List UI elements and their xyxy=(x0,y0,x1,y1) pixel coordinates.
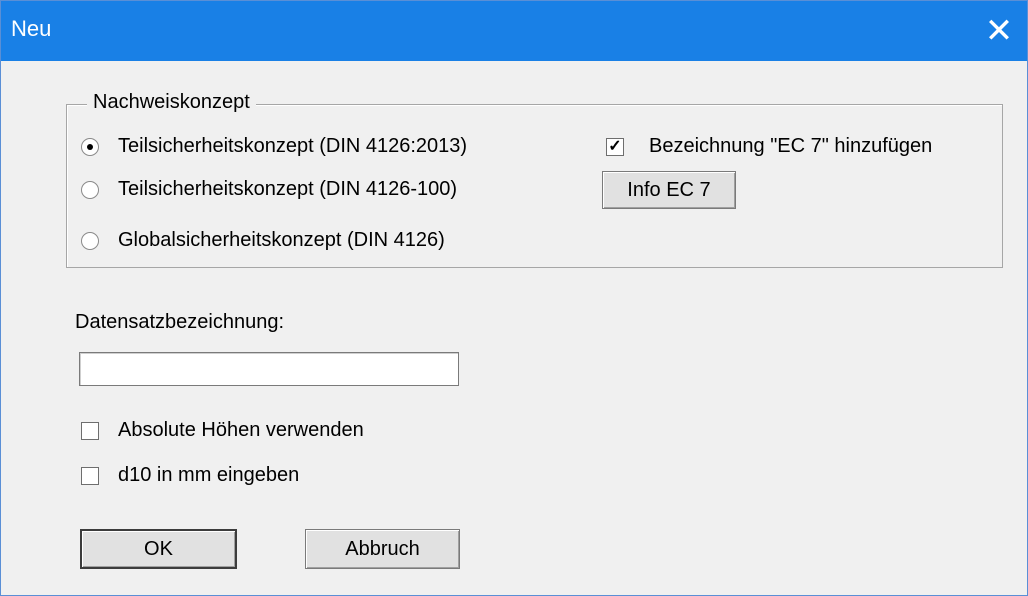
radio-teilsicherheit-100[interactable]: Teilsicherheitskonzept (DIN 4126-100) xyxy=(81,176,501,206)
title-bar[interactable]: Neu ✕ xyxy=(1,1,1027,61)
ec7-checkbox[interactable]: ✓ Bezeichnung "EC 7" hinzufügen xyxy=(606,133,1026,163)
radio-label: Teilsicherheitskonzept (DIN 4126:2013) xyxy=(118,135,468,157)
radio-globalsicherheit[interactable]: Globalsicherheitskonzept (DIN 4126) xyxy=(81,227,501,257)
checkbox-empty-icon[interactable] xyxy=(81,467,99,485)
group-legend: Nachweiskonzept xyxy=(87,91,256,114)
radio-label: Globalsicherheitskonzept (DIN 4126) xyxy=(118,229,445,251)
checkbox-empty-icon[interactable] xyxy=(81,422,99,440)
radio-selected-icon[interactable] xyxy=(81,138,99,156)
radio-teilsicherheit-2013[interactable]: Teilsicherheitskonzept (DIN 4126:2013) xyxy=(81,133,501,163)
absolute-heights-checkbox[interactable]: Absolute Höhen verwenden xyxy=(81,417,501,447)
dialog-window: Neu ✕ Nachweiskonzept Teilsicherheitskon… xyxy=(0,0,1028,596)
info-ec7-button[interactable]: Info EC 7 xyxy=(602,171,736,209)
d10-mm-checkbox[interactable]: d10 in mm eingeben xyxy=(81,462,501,492)
window-title: Neu xyxy=(11,16,52,41)
radio-empty-icon[interactable] xyxy=(81,181,99,199)
dataset-name-input[interactable] xyxy=(79,352,459,386)
ec7-checkbox-label: Bezeichnung "EC 7" hinzufügen xyxy=(649,135,933,157)
dialog-content: Nachweiskonzept Teilsicherheitskonzept (… xyxy=(1,61,1027,595)
close-icon[interactable]: ✕ xyxy=(979,11,1019,51)
radio-label: Teilsicherheitskonzept (DIN 4126-100) xyxy=(118,178,458,200)
ok-button[interactable]: OK xyxy=(80,529,237,569)
dataset-label: Datensatzbezeichnung: xyxy=(75,311,285,333)
d10-mm-label: d10 in mm eingeben xyxy=(118,464,300,486)
radio-empty-icon[interactable] xyxy=(81,232,99,250)
absolute-heights-label: Absolute Höhen verwenden xyxy=(118,419,364,441)
checkmark-icon[interactable]: ✓ xyxy=(606,138,624,156)
cancel-button[interactable]: Abbruch xyxy=(305,529,460,569)
